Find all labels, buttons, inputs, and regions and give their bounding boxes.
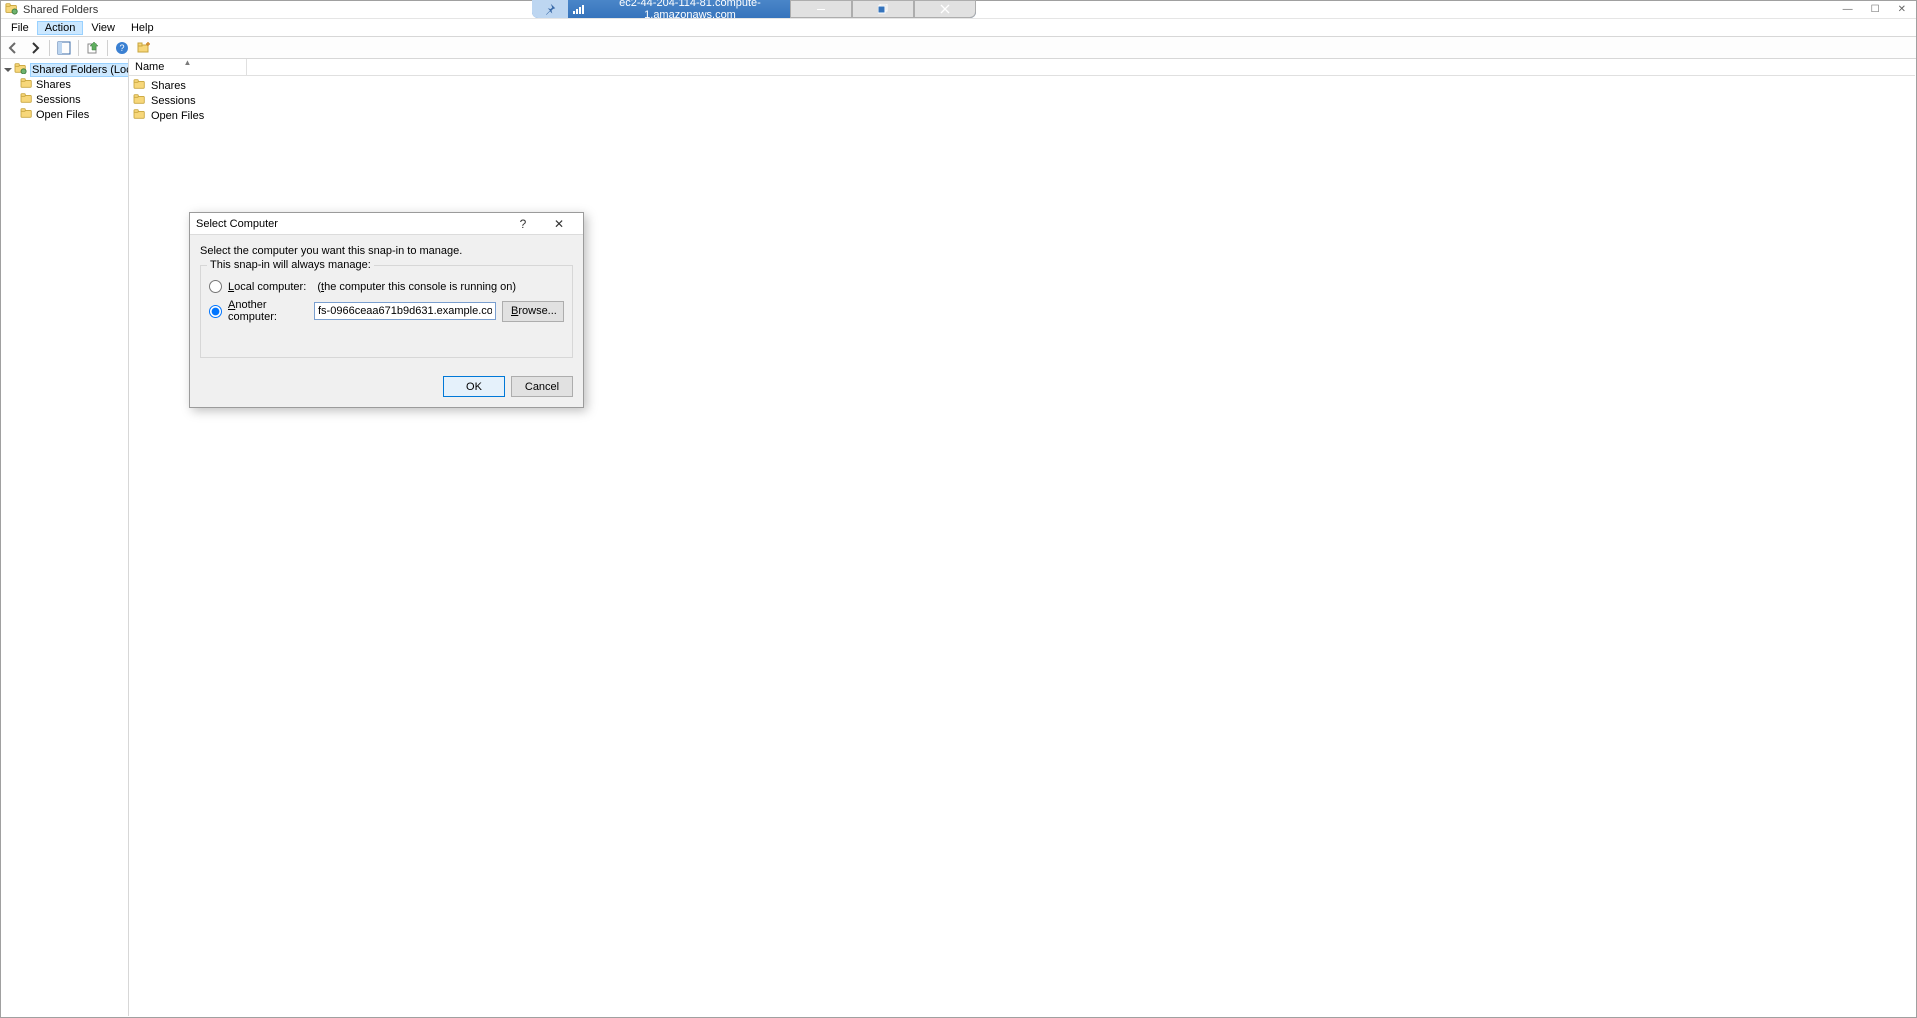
browse-button[interactable]: Browse... xyxy=(502,301,564,322)
show-hide-tree-icon[interactable] xyxy=(54,38,74,58)
separator-icon xyxy=(78,40,79,56)
menubar: File Action View Help xyxy=(1,19,1916,37)
tree-pane: Shared Folders (Local) Shares Sessions O… xyxy=(2,59,129,1016)
list-item-label: Sessions xyxy=(151,95,196,107)
list-item[interactable]: Shares xyxy=(129,78,1915,93)
folder-share-icon xyxy=(133,78,147,93)
dialog-titlebar: Select Computer ? ✕ xyxy=(190,213,583,235)
export-list-icon[interactable] xyxy=(83,38,103,58)
dialog-title: Select Computer xyxy=(196,218,278,230)
separator-icon xyxy=(107,40,108,56)
radio-local-input[interactable] xyxy=(209,280,222,293)
forward-icon[interactable] xyxy=(25,38,45,58)
toolbar: ? xyxy=(1,37,1916,59)
back-icon[interactable] xyxy=(3,38,23,58)
cancel-button[interactable]: Cancel xyxy=(511,376,573,397)
close-icon[interactable] xyxy=(914,0,976,18)
tree-item-label: Open Files xyxy=(36,109,89,121)
tree-item-shares[interactable]: Shares xyxy=(20,77,126,92)
menu-file[interactable]: File xyxy=(3,21,37,35)
tree-root-label: Shared Folders (Local) xyxy=(30,63,129,77)
list-item[interactable]: Open Files xyxy=(129,108,1915,123)
svg-text:?: ? xyxy=(119,43,124,53)
list-item-label: Shares xyxy=(151,80,186,92)
dialog-help-icon[interactable]: ? xyxy=(505,213,541,235)
tree-item-sessions[interactable]: Sessions xyxy=(20,92,126,107)
radio-another-computer[interactable]: Another computer: xyxy=(209,299,289,323)
ok-button[interactable]: OK xyxy=(443,376,505,397)
folder-share-icon xyxy=(133,108,147,123)
list-pane: ▲ Name Shares Sessions Open Files xyxy=(129,59,1915,1016)
radio-another-input[interactable] xyxy=(209,305,222,318)
tree-root[interactable]: Shared Folders (Local) xyxy=(4,62,126,77)
signal-icon xyxy=(568,4,590,14)
app-minimize-icon[interactable]: — xyxy=(1843,4,1853,15)
app-title: Shared Folders xyxy=(23,4,98,16)
rdp-connection-bar: ec2-44-204-114-81.compute-1.amazonaws.co… xyxy=(532,0,976,18)
groupbox-title: This snap-in will always manage: xyxy=(207,259,374,271)
radio-another-label: Another computer: xyxy=(228,299,289,323)
minimize-icon[interactable] xyxy=(790,0,852,18)
dialog-instruction: Select the computer you want this snap-i… xyxy=(200,245,573,257)
app-close-icon[interactable]: ✕ xyxy=(1898,4,1906,15)
tree-item-openfiles[interactable]: Open Files xyxy=(20,107,126,122)
column-header-name[interactable]: ▲ Name xyxy=(129,59,247,75)
collapse-icon[interactable] xyxy=(4,65,12,75)
folder-icon xyxy=(14,62,28,77)
tree-item-label: Sessions xyxy=(36,94,81,106)
menu-view[interactable]: View xyxy=(83,21,123,35)
folder-share-icon xyxy=(20,107,34,122)
folder-share-icon xyxy=(133,93,147,108)
another-computer-input[interactable] xyxy=(314,302,496,320)
list-item[interactable]: Sessions xyxy=(129,93,1915,108)
folder-share-icon xyxy=(20,92,34,107)
restore-icon[interactable] xyxy=(852,0,914,18)
radio-local-desc: (the computer this console is running on… xyxy=(317,281,516,293)
help-icon[interactable]: ? xyxy=(112,38,132,58)
sort-asc-icon: ▲ xyxy=(184,58,192,67)
menu-help[interactable]: Help xyxy=(123,21,162,35)
app-maximize-icon[interactable]: ☐ xyxy=(1871,4,1880,15)
dialog-close-icon[interactable]: ✕ xyxy=(541,213,577,235)
shared-folders-window: Shared Folders — ☐ ✕ File Action View He… xyxy=(0,0,1917,1018)
pin-icon[interactable] xyxy=(532,0,568,18)
list-header: ▲ Name xyxy=(129,59,1915,76)
radio-local-label: Local computer: xyxy=(228,281,306,293)
menu-action[interactable]: Action xyxy=(37,21,84,35)
rdp-host-label: ec2-44-204-114-81.compute-1.amazonaws.co… xyxy=(590,0,790,21)
list-item-label: Open Files xyxy=(151,110,204,122)
column-header-label: Name xyxy=(135,61,164,73)
app-icon xyxy=(5,1,19,18)
new-share-icon[interactable] xyxy=(134,38,154,58)
radio-local-computer[interactable]: Local computer: (the computer this conso… xyxy=(209,280,564,293)
tree-item-label: Shares xyxy=(36,79,71,91)
select-computer-dialog: Select Computer ? ✕ Select the computer … xyxy=(189,212,584,408)
groupbox-snapin-target: This snap-in will always manage: Local c… xyxy=(200,265,573,358)
folder-share-icon xyxy=(20,77,34,92)
separator-icon xyxy=(49,40,50,56)
